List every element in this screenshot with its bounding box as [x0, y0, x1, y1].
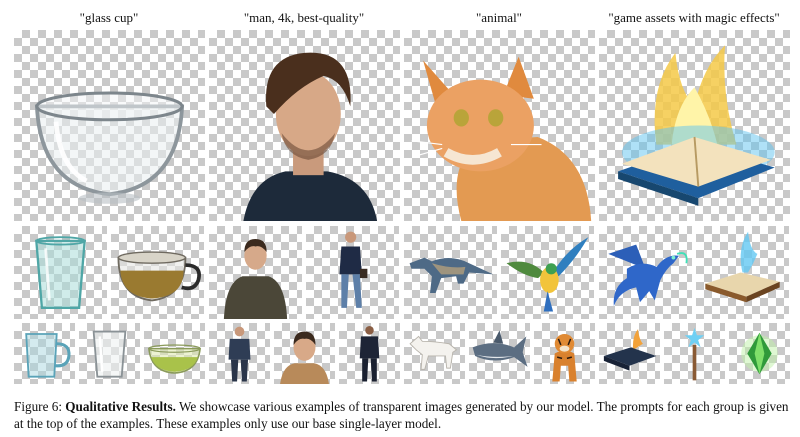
tiger-image — [534, 323, 595, 384]
glass-mug-image — [14, 323, 75, 384]
dinosaur-image — [404, 226, 497, 319]
cat-image — [404, 30, 595, 221]
dark-book-image — [599, 323, 660, 384]
glass-bowl-image — [14, 30, 205, 221]
man-portrait-image — [209, 30, 400, 221]
magic-book-image — [599, 30, 790, 221]
figure-label: Figure 6: — [14, 399, 62, 414]
tea-cup-image — [111, 226, 204, 319]
shark-image — [469, 323, 530, 384]
green-bowl-image — [144, 323, 205, 384]
open-book-image — [696, 226, 789, 319]
man-closeup-image — [274, 323, 335, 384]
man-standing-image — [339, 323, 400, 384]
magic-wand-image — [664, 323, 725, 384]
parrot-image — [501, 226, 594, 319]
prompt-man: "man, 4k, best-quality" — [243, 10, 365, 25]
white-horse-image — [404, 323, 465, 384]
blue-dragon-image — [599, 226, 692, 319]
prompt-glass-cup: "glass cup" — [79, 10, 139, 25]
green-crystal-image — [729, 323, 790, 384]
man-walking-image — [306, 226, 399, 319]
clear-glass-image — [79, 323, 140, 384]
figure-caption: Figure 6: Qualitative Results. We showca… — [14, 398, 790, 432]
glass-tumbler-image — [14, 226, 107, 319]
prompt-game-assets: "game assets with magic effects" — [608, 10, 780, 25]
caption-title: Qualitative Results. — [65, 399, 176, 414]
prompt-animal: "animal" — [476, 10, 522, 25]
man-suit-image — [209, 323, 270, 384]
man-sweater-image — [209, 226, 302, 319]
